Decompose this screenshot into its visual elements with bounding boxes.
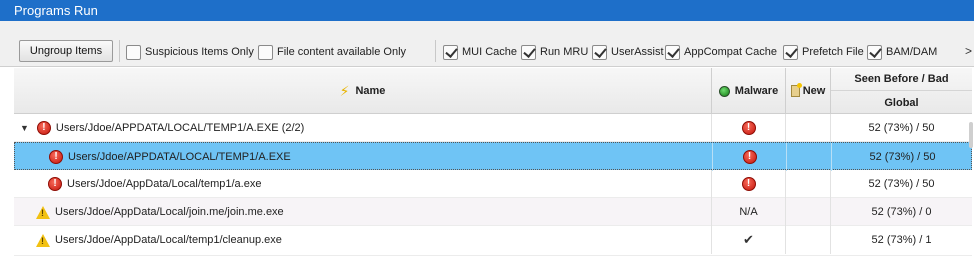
checkbox-label: Prefetch File xyxy=(802,46,864,58)
name-cell: ! Users/Jdoe/APPDATA/LOCAL/TEMP1/A.EXE xyxy=(15,143,713,171)
userassist-checkbox[interactable]: UserAssist xyxy=(592,44,664,60)
checkbox-box[interactable] xyxy=(665,44,680,60)
error-icon: ! xyxy=(36,121,51,135)
malware-cell: ✔ xyxy=(712,226,786,254)
name-cell: ! Users/Jdoe/AppData/Local/temp1/a.exe xyxy=(14,170,712,198)
suspicious-items-only-checkbox[interactable]: Suspicious Items Only xyxy=(126,44,254,60)
new-cell xyxy=(786,170,831,198)
row-name: Users/Jdoe/AppData/Local/temp1/a.exe xyxy=(67,178,262,190)
column-group-seen-before-bad: Seen Before / Bad xyxy=(831,68,972,91)
column-label: Global xyxy=(884,96,919,109)
error-icon: ! xyxy=(741,177,756,191)
column-header-new[interactable]: New xyxy=(786,68,831,114)
global-cell: 52 (73%) / 50 xyxy=(868,178,935,190)
new-cell xyxy=(786,114,831,142)
new-badge-icon xyxy=(790,83,802,97)
vertical-scrollbar-thumb[interactable] xyxy=(969,122,973,148)
column-header-global[interactable]: Global xyxy=(831,91,972,114)
expand-triangle-icon[interactable]: ▼ xyxy=(20,123,29,133)
window-title: Programs Run xyxy=(14,3,98,18)
table-row-selected[interactable]: ! Users/Jdoe/APPDATA/LOCAL/TEMP1/A.EXE !… xyxy=(14,142,972,171)
check-icon: ✔ xyxy=(743,232,754,247)
error-icon: ! xyxy=(49,150,63,164)
error-icon: ! xyxy=(48,177,62,191)
run-mru-checkbox[interactable]: Run MRU xyxy=(521,44,588,60)
prefetch-file-checkbox[interactable]: Prefetch File xyxy=(783,44,864,60)
error-icon: ! xyxy=(742,150,757,164)
global-cell: 52 (73%) / 0 xyxy=(871,206,932,218)
lightning-icon: ⚡ xyxy=(339,82,350,99)
mui-cache-checkbox[interactable]: MUI Cache xyxy=(443,44,517,60)
name-cell: Users/Jdoe/AppData/Local/temp1/cleanup.e… xyxy=(14,226,712,254)
table-row[interactable]: Users/Jdoe/AppData/Local/join.me/join.me… xyxy=(14,198,972,226)
checkbox-box[interactable] xyxy=(783,44,798,60)
error-icon: ! xyxy=(741,121,756,135)
toolbar-separator xyxy=(435,40,436,62)
checkbox-label: Run MRU xyxy=(540,46,589,58)
column-header-name[interactable]: ⚡ Name xyxy=(14,68,712,114)
checkbox-box[interactable] xyxy=(521,44,536,60)
ungroup-items-button[interactable]: Ungroup Items xyxy=(19,40,113,62)
table-row-group[interactable]: ▼ ! Users/Jdoe/APPDATA/LOCAL/TEMP1/A.EXE… xyxy=(14,114,972,142)
table-header: ⚡ Name Malware New Seen Before / Bad Glo… xyxy=(14,68,972,114)
bam-dam-checkbox[interactable]: BAM/DAM xyxy=(867,44,937,60)
column-label: Name xyxy=(355,85,386,97)
toolbar-separator xyxy=(119,40,120,62)
column-label: New xyxy=(802,85,826,97)
column-header-malware[interactable]: Malware xyxy=(712,68,786,114)
row-name: Users/Jdoe/AppData/Local/join.me/join.me… xyxy=(55,206,284,218)
checkbox-box[interactable] xyxy=(126,44,141,60)
malware-cell: N/A xyxy=(712,198,786,226)
name-cell: ▼ ! Users/Jdoe/APPDATA/LOCAL/TEMP1/A.EXE… xyxy=(14,114,712,142)
checkbox-label: Suspicious Items Only xyxy=(145,46,254,58)
row-name: Users/Jdoe/APPDATA/LOCAL/TEMP1/A.EXE (2/… xyxy=(55,122,305,134)
checkbox-label: UserAssist xyxy=(611,46,664,58)
window-title-bar: Programs Run xyxy=(0,0,974,21)
checkbox-box[interactable] xyxy=(592,44,607,60)
checkbox-label: MUI Cache xyxy=(462,46,518,58)
file-content-available-only-checkbox[interactable]: File content available Only xyxy=(258,44,406,60)
column-group-label: Seen Before / Bad xyxy=(854,73,949,85)
name-cell: Users/Jdoe/AppData/Local/join.me/join.me… xyxy=(14,198,712,226)
appcompat-cache-checkbox[interactable]: AppCompat Cache xyxy=(665,44,777,60)
new-cell xyxy=(786,198,831,226)
global-cell: 52 (73%) / 1 xyxy=(871,234,932,246)
row-name: Users/Jdoe/APPDATA/LOCAL/TEMP1/A.EXE xyxy=(68,151,291,163)
new-cell xyxy=(787,143,832,171)
warning-icon xyxy=(36,205,50,219)
checkbox-box[interactable] xyxy=(867,44,882,60)
checkbox-box[interactable] xyxy=(443,44,458,60)
new-cell xyxy=(786,226,831,254)
column-label: Malware xyxy=(734,85,779,97)
global-cell: 52 (73%) / 50 xyxy=(868,122,935,134)
checkbox-label: AppCompat Cache xyxy=(684,46,777,58)
toolbar-overflow-chevron-icon[interactable]: > xyxy=(965,44,972,58)
malware-cell: ! xyxy=(713,143,787,171)
table-row[interactable]: Users/Jdoe/AppData/Local/temp1/cleanup.e… xyxy=(14,226,972,256)
malware-cell: ! xyxy=(712,170,786,198)
green-dot-icon xyxy=(718,85,730,97)
global-cell: 52 (73%) / 50 xyxy=(869,151,936,163)
malware-cell: ! xyxy=(712,114,786,142)
checkbox-label: BAM/DAM xyxy=(886,46,938,58)
row-name: Users/Jdoe/AppData/Local/temp1/cleanup.e… xyxy=(55,234,282,246)
table-row[interactable]: ! Users/Jdoe/AppData/Local/temp1/a.exe !… xyxy=(14,170,972,198)
warning-icon xyxy=(36,233,50,247)
checkbox-label: File content available Only xyxy=(277,46,407,58)
checkbox-box[interactable] xyxy=(258,44,273,60)
